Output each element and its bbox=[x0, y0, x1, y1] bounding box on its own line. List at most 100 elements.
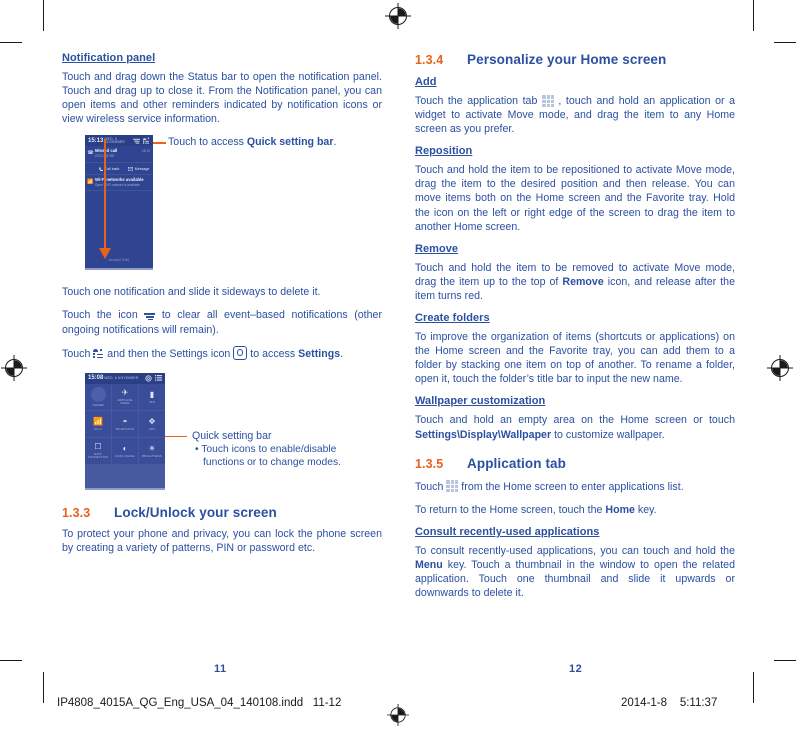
quick-setting-tile-brightness[interactable]: ☀ BRIGHTNESS bbox=[139, 437, 165, 464]
consult-bold: Menu bbox=[415, 558, 443, 571]
quick-setting-tile-data-usage[interactable]: ◐ DATA USAGE bbox=[112, 437, 138, 464]
settings-text-c: to access bbox=[247, 347, 299, 360]
quick-setting-bar-icon bbox=[93, 348, 104, 359]
quick-setting-tile-owner[interactable]: OWNER bbox=[85, 383, 111, 410]
section-title: Application tab bbox=[467, 455, 566, 471]
quick-setting-tile-battery[interactable]: ▮ 75% bbox=[139, 383, 165, 410]
gear-icon[interactable] bbox=[145, 375, 152, 382]
add-text-a: Touch the application tab bbox=[415, 95, 542, 107]
quick-setting-tile-gps[interactable]: ✥ GPS bbox=[139, 410, 165, 437]
status-bar-clock: 15:08 bbox=[88, 375, 104, 382]
phone-status-bar: 15:13 WED, 6 NOVEMBER bbox=[85, 135, 153, 147]
tile-label: BRIGHTNESS bbox=[142, 453, 162, 458]
consult-text-b: key. Touch a thumbnail in the window to … bbox=[415, 558, 735, 600]
notification-item-wifi[interactable]: 📶 Wi-Fi networks available Open Wi-Fi ne… bbox=[85, 175, 153, 192]
right-page-column: 1.3.4 Personalize your Home screen Add T… bbox=[415, 52, 735, 609]
paragraph-access-settings: Touch and then the Settings icon to acce… bbox=[62, 345, 382, 361]
status-bar-actions bbox=[133, 137, 150, 145]
quick-setting-tile-wifi[interactable]: 📶 WI-FI bbox=[85, 410, 111, 437]
status-bar-date: WED, 6 NOVEMBER bbox=[104, 136, 125, 144]
clear-text-a: Touch the icon bbox=[62, 309, 145, 322]
paragraph-application-tab: Touch from the Home screen to enter appl… bbox=[415, 480, 735, 494]
quick-setting-tile-data-connection[interactable]: ☐ DATA CONNECTION bbox=[85, 437, 111, 464]
phone-screenshot-quick-settings: 15:08 WED, 6 NOVEMBER OWNER ✈ AIRPLANE M… bbox=[85, 372, 165, 490]
message-icon bbox=[128, 167, 134, 171]
wallpaper-bold: Settings\Display\Wallpaper bbox=[415, 428, 552, 441]
phone-screenshot-notification-panel: 15:13 WED, 6 NOVEMBER ☎ Missed call 0702… bbox=[85, 135, 153, 271]
clear-notifications-icon[interactable] bbox=[133, 138, 140, 144]
callout-quick-setting-title: Quick setting bar bbox=[192, 429, 272, 442]
section-heading-1-3-5: 1.3.5 Application tab bbox=[415, 456, 735, 471]
battery-icon: ▮ bbox=[149, 389, 155, 399]
clear-all-notifications-icon bbox=[144, 311, 156, 321]
paragraph-return-home: To return to the Home screen, touch the … bbox=[415, 503, 735, 517]
gps-icon: ✥ bbox=[148, 416, 156, 426]
imprint-file-text: IP4808_4015A_QG_Eng_USA_04_140108.indd bbox=[57, 697, 304, 709]
call-back-action[interactable]: Call back bbox=[99, 167, 119, 171]
settings-text-d: . bbox=[340, 347, 344, 360]
quick-setting-tile-airplane-mode[interactable]: ✈ AIRPLANE MODE bbox=[112, 383, 138, 410]
missed-call-icon: ☎ bbox=[87, 150, 94, 157]
tile-label: DATA USAGE bbox=[115, 453, 135, 458]
message-label: Message bbox=[134, 166, 150, 171]
callout-suffix: . bbox=[333, 136, 337, 149]
heading-add: Add bbox=[415, 76, 437, 88]
bluetooth-icon: ◓ bbox=[122, 416, 128, 426]
section-title: Lock/Unlock your screen bbox=[114, 504, 277, 520]
tile-label: DATA CONNECTION bbox=[87, 451, 109, 460]
heading-create-folders: Create folders bbox=[415, 312, 490, 325]
notification-item-missed-call[interactable]: ☎ Missed call 0702 283 087 15:12 bbox=[85, 146, 153, 164]
home-text-a: To return to the Home screen, touch the bbox=[415, 503, 606, 516]
wifi-icon: 📶 bbox=[87, 179, 94, 186]
imprint-page-range: 11-12 bbox=[312, 697, 342, 709]
paragraph-create-folders: To improve the organization of items (sh… bbox=[415, 331, 735, 386]
tile-label: AIRPLANE MODE bbox=[117, 397, 133, 406]
data-connection-icon: ☐ bbox=[94, 441, 102, 451]
callout-quick-setting-bullets: • Touch icons to enable/disable function… bbox=[195, 443, 341, 469]
callout-leader-line-quick-setting bbox=[153, 142, 166, 144]
paragraph-clear-notifications: Touch the icon to clear all event–based … bbox=[62, 308, 382, 336]
status-bar-actions bbox=[145, 375, 162, 382]
wifi-icon: 📶 bbox=[93, 416, 103, 426]
section-number: 1.3.4 bbox=[415, 53, 444, 67]
paragraph-delete-notification: Touch one notification and slide it side… bbox=[62, 286, 321, 299]
callout-arrow-shaft bbox=[104, 139, 106, 254]
settings-text-a: Touch bbox=[62, 347, 94, 360]
heading-reposition: Reposition bbox=[415, 145, 473, 158]
message-action[interactable]: Message bbox=[128, 167, 149, 171]
paragraph-remove: Touch and hold the item to be removed to… bbox=[415, 261, 735, 303]
paragraph-reposition: Touch and hold the item to be reposition… bbox=[415, 164, 735, 233]
apptab-text-a: Touch bbox=[415, 480, 447, 493]
tile-label: WI-FI bbox=[94, 426, 102, 431]
figure-quick-setting-bar: 15:08 WED, 6 NOVEMBER OWNER ✈ AIRPLANE M… bbox=[62, 372, 382, 495]
paragraph-consult-recent-apps: To consult recently-used applications, y… bbox=[415, 544, 735, 600]
callout-bullet-line-1: • Touch icons to enable/disable bbox=[195, 443, 337, 455]
tile-label: GPS bbox=[148, 426, 156, 431]
remove-bold: Remove bbox=[562, 275, 604, 288]
application-tab-icon bbox=[541, 94, 554, 107]
page-number-left: 11 bbox=[214, 663, 227, 675]
tile-label: 75% bbox=[148, 399, 156, 404]
figure-notification-panel: 15:13 WED, 6 NOVEMBER ☎ Missed call 0702… bbox=[62, 135, 382, 275]
home-text-b: key. bbox=[634, 503, 657, 516]
data-usage-icon: ◐ bbox=[122, 443, 128, 453]
status-bar-clock: 15:13 bbox=[88, 137, 104, 144]
list-icon[interactable] bbox=[155, 375, 162, 381]
paragraph-wallpaper: Touch and hold an empty area on the Home… bbox=[415, 413, 735, 441]
imprint-time: 5:11:37 bbox=[679, 697, 718, 709]
callout-bold: Quick setting bar bbox=[246, 136, 334, 149]
imprint-date: 2014-1-8 bbox=[621, 697, 668, 709]
document-page: Notification panel Touch and drag down t… bbox=[0, 0, 796, 680]
phone-icon bbox=[99, 167, 103, 171]
imprint-filename: IP4808_4015A_QG_Eng_USA_04_140108.indd 1… bbox=[57, 697, 341, 709]
quick-settings-grid: OWNER ✈ AIRPLANE MODE ▮ 75% 📶 WI-FI ◓ BL… bbox=[85, 383, 165, 488]
quick-setting-tile-bluetooth[interactable]: ◓ BLUETOOTH bbox=[112, 410, 138, 437]
callout-bullet-line-2: functions or to change modes. bbox=[203, 456, 341, 468]
quick-setting-bar-icon[interactable] bbox=[143, 137, 150, 145]
imprint-timestamp: 2014-1-8 5:11:37 bbox=[621, 697, 717, 709]
paragraph-notification-intro: Touch and drag down the Status bar to op… bbox=[62, 71, 382, 126]
avatar-icon bbox=[90, 386, 106, 402]
status-bar-date: WED, 6 NOVEMBER bbox=[104, 375, 139, 380]
callout-prefix: Touch to access bbox=[168, 136, 247, 149]
paragraph-lock-unlock: To protect your phone and privacy, you c… bbox=[62, 527, 382, 554]
